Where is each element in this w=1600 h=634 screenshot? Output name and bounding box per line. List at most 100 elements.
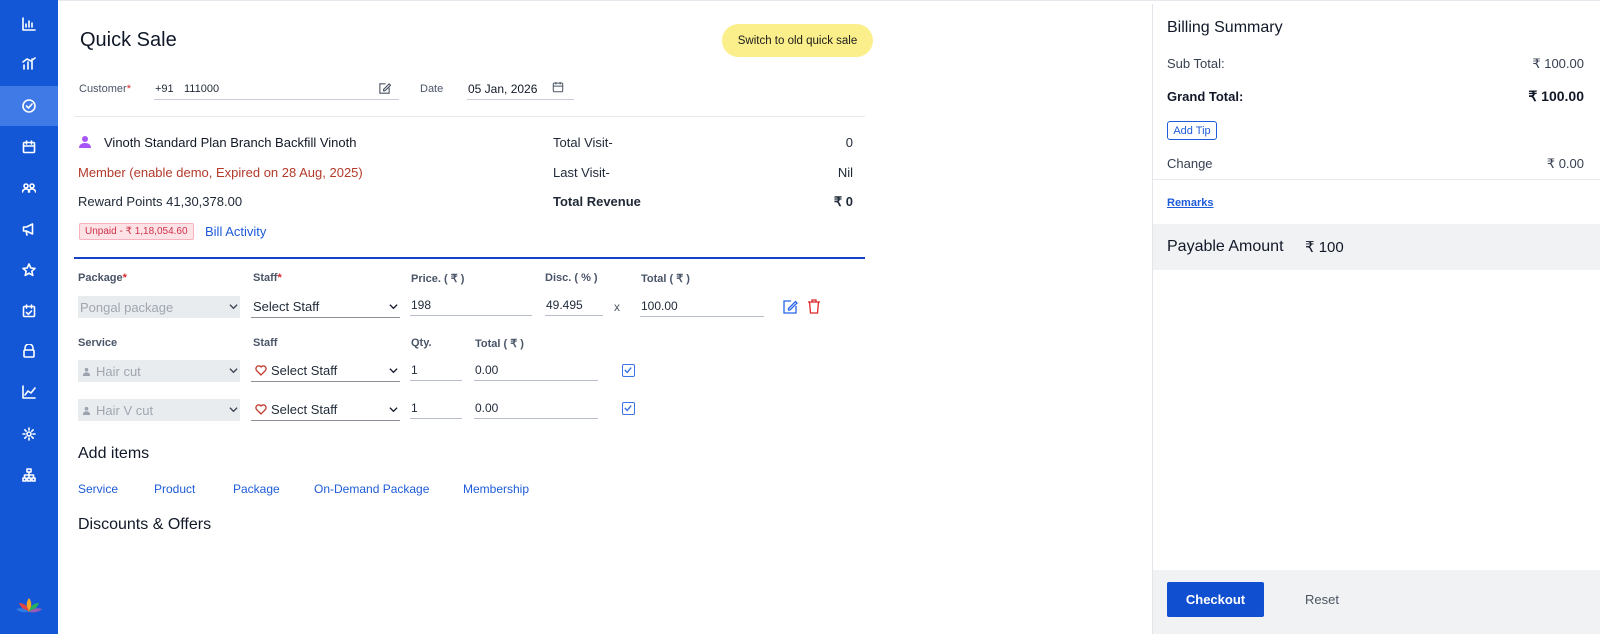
add-membership-link[interactable]: Membership [463, 482, 529, 496]
customer-label: Customer* [79, 83, 131, 95]
switch-old-quick-sale-button[interactable]: Switch to old quick sale [722, 24, 873, 57]
chevron-down-icon [229, 304, 238, 310]
discounts-offers-title: Discounts & Offers [78, 516, 212, 533]
sub-total-value: ₹ 100.00 [1532, 56, 1584, 71]
checkout-button[interactable]: Checkout [1167, 582, 1264, 617]
membership-status: Member (enable demo, Expired on 28 Aug, … [78, 165, 363, 180]
star-icon[interactable] [0, 250, 58, 290]
date-field[interactable]: 05 Jan, 2026 [467, 78, 574, 100]
payable-amount-bar: Payable Amount ₹ 100 [1153, 224, 1600, 270]
total-header: Total ( ₹ ) [641, 273, 690, 285]
divider [1153, 179, 1600, 180]
service-header: Service [78, 337, 118, 349]
divider [74, 116, 865, 117]
add-tip-button[interactable]: Add Tip [1167, 121, 1217, 140]
add-package-link[interactable]: Package [233, 482, 280, 496]
service-checkbox[interactable] [622, 364, 635, 377]
person-icon [82, 406, 91, 415]
grand-total-value: ₹ 100.00 [1528, 88, 1584, 104]
payable-amount-label: Payable Amount [1167, 238, 1284, 255]
date-value: 05 Jan, 2026 [468, 82, 538, 96]
service-staff-select[interactable]: Select Staff [251, 399, 400, 421]
staff-select-value: Select Staff [271, 402, 338, 417]
lock-icon[interactable] [0, 331, 58, 371]
edit-icon[interactable] [782, 299, 798, 315]
chevron-down-icon [389, 407, 398, 413]
staff-header-text: Staff [253, 272, 278, 284]
customers-icon[interactable] [0, 168, 58, 208]
service-select[interactable]: Hair cut [78, 360, 240, 382]
page-title: Quick Sale [80, 29, 177, 51]
discount-input[interactable]: 49.495 [545, 294, 603, 316]
unpaid-badge: Unpaid - ₹ 1,18,054.60 [79, 223, 194, 240]
delete-icon[interactable] [807, 298, 821, 314]
required-mark: * [126, 83, 131, 95]
service-checkbox[interactable] [622, 402, 635, 415]
payable-amount-value: ₹ 100 [1305, 239, 1344, 256]
package-header: Package* [78, 272, 127, 284]
appointments-icon[interactable] [0, 291, 58, 331]
settings-icon[interactable] [0, 414, 58, 454]
required-mark: * [122, 272, 127, 284]
reports-icon[interactable] [0, 372, 58, 412]
chevron-down-icon [229, 407, 238, 413]
heart-icon [255, 404, 267, 415]
package-staff-select[interactable]: Select Staff [251, 296, 400, 318]
price-header: Price. ( ₹ ) [411, 273, 465, 285]
chevron-down-icon [389, 368, 398, 374]
service-select[interactable]: Hair V cut [78, 399, 240, 421]
dashboard-icon[interactable] [0, 4, 58, 44]
billing-summary-panel: Billing Summary Sub Total: ₹ 100.00 Gran… [1152, 4, 1600, 634]
service-total-input[interactable]: 0.00 [474, 397, 598, 419]
total-visit-label: Total Visit- [553, 135, 613, 150]
section-divider [74, 257, 865, 259]
edit-customer-icon[interactable] [378, 82, 391, 95]
bill-activity-link[interactable]: Bill Activity [205, 224, 266, 239]
qty-input[interactable]: 1 [410, 397, 462, 419]
service-staff-header: Staff [253, 337, 278, 349]
add-product-link[interactable]: Product [154, 482, 195, 496]
last-visit-value: Nil [837, 165, 853, 180]
quick-sale-icon[interactable] [0, 86, 58, 126]
add-service-link[interactable]: Service [78, 482, 118, 496]
staff-select-value: Select Staff [271, 363, 338, 378]
package-total-input[interactable]: 100.00 [640, 295, 764, 317]
organization-icon[interactable] [0, 455, 58, 495]
analytics-icon[interactable] [0, 44, 58, 84]
remarks-link[interactable]: Remarks [1167, 197, 1213, 209]
calendar-picker-icon[interactable] [552, 81, 564, 93]
campaign-icon[interactable] [0, 209, 58, 249]
qty-header: Qty. [411, 337, 432, 349]
quick-sale-panel: Quick Sale Switch to old quick sale Cust… [58, 4, 1152, 634]
service-total-input[interactable]: 0.00 [474, 359, 598, 381]
package-header-text: Package [78, 272, 123, 284]
customer-phone-field[interactable]: +91 111000 [154, 78, 399, 100]
check-icon [624, 405, 632, 412]
check-icon [624, 367, 632, 374]
chevron-down-icon [389, 304, 398, 310]
total-revenue-label: Total Revenue [553, 194, 641, 209]
phone-prefix: +91 [155, 83, 174, 95]
add-on-demand-package-link[interactable]: On-Demand Package [314, 482, 429, 496]
total-revenue-value: ₹ 0 [833, 194, 853, 209]
sub-total-label: Sub Total: [1167, 56, 1225, 71]
change-value: ₹ 0.00 [1546, 156, 1584, 171]
last-visit-label: Last Visit- [553, 165, 610, 180]
lotus-logo-icon [16, 598, 42, 613]
package-select-value: Pongal package [80, 299, 174, 315]
qty-input[interactable]: 1 [410, 359, 462, 381]
calendar-icon[interactable] [0, 127, 58, 167]
grand-total-label: Grand Total: [1167, 89, 1244, 104]
customer-name: Vinoth Standard Plan Branch Backfill Vin… [104, 135, 357, 150]
reset-button[interactable]: Reset [1305, 592, 1339, 607]
package-select[interactable]: Pongal package [78, 296, 240, 318]
price-input[interactable]: 198 [410, 294, 532, 316]
multiply-sign: x [614, 300, 620, 314]
change-label: Change [1167, 156, 1213, 171]
chevron-down-icon [229, 368, 238, 374]
staff-header: Staff* [253, 272, 282, 284]
billing-summary-title: Billing Summary [1167, 19, 1283, 36]
service-total-header: Total ( ₹ ) [475, 338, 524, 350]
service-select-value: Hair cut [96, 363, 141, 379]
service-staff-select[interactable]: Select Staff [251, 360, 400, 382]
